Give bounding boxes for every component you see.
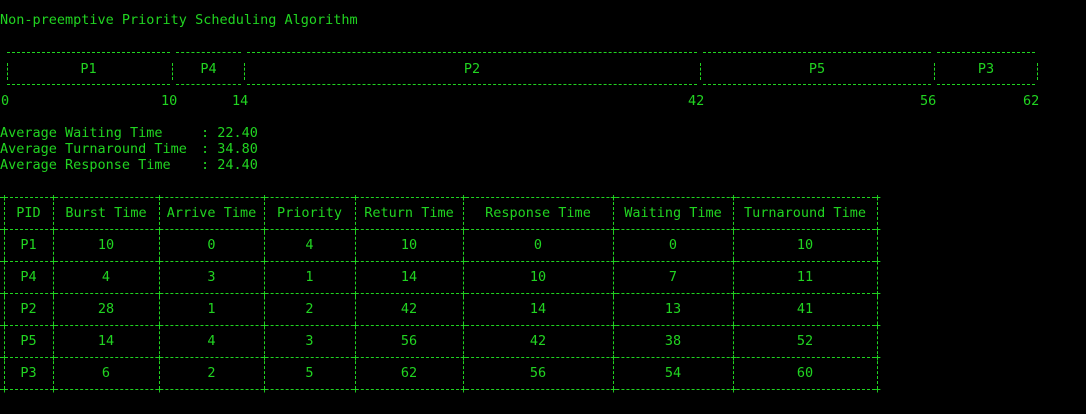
average-separator: : <box>201 141 218 157</box>
table-cell: 54 <box>664 365 682 381</box>
table-cell: 62 <box>400 365 418 381</box>
table-cell: 10 <box>400 237 418 253</box>
table-header-cell: Priority <box>276 205 343 221</box>
gantt-time-tick: 56 <box>920 93 937 109</box>
gantt-time-tick: 42 <box>688 93 705 109</box>
table-cell: 52 <box>796 333 814 349</box>
gantt-top-line <box>176 52 241 53</box>
page-title: Non-preemptive Priority Scheduling Algor… <box>0 12 358 28</box>
average-separator: : <box>201 125 218 141</box>
table-cell: 60 <box>796 365 814 381</box>
table-border-vertical <box>877 197 878 389</box>
table-cell: 0 <box>533 237 543 253</box>
table-cell: 28 <box>97 301 115 317</box>
table-cell: 13 <box>664 301 682 317</box>
table-cell: 42 <box>529 333 547 349</box>
gantt-top-line <box>7 52 170 53</box>
gantt-time-tick: 10 <box>161 93 178 109</box>
gantt-block-label: P4 <box>200 61 217 77</box>
table-cell: 3 <box>305 333 314 349</box>
table-cell: 7 <box>668 269 678 285</box>
table-cell: 42 <box>400 301 418 317</box>
table-pid-cell: P2 <box>20 301 37 317</box>
table-cell: 10 <box>529 269 547 285</box>
average-value-text: 24.40 <box>217 157 258 173</box>
table-pid-cell: P3 <box>20 365 37 381</box>
gantt-separator <box>1037 63 1038 80</box>
average-label: Average Waiting Time <box>0 125 163 141</box>
table-header-cell: Response Time <box>485 205 591 221</box>
gantt-time-tick: 62 <box>1023 93 1040 109</box>
table-cell: 14 <box>97 333 115 349</box>
table-pid-cell: P1 <box>20 237 37 253</box>
table-cell: 2 <box>305 301 314 317</box>
table-header-cell: Waiting Time <box>624 205 722 221</box>
gantt-bottom-line <box>247 84 697 85</box>
average-value: : 34.80 <box>201 141 258 157</box>
table-cell: 56 <box>400 333 418 349</box>
table-pid-cell: P5 <box>20 333 37 349</box>
table-cell: 0 <box>207 237 216 253</box>
average-value-text: 22.40 <box>217 125 258 141</box>
table-header-cell: PID <box>16 205 41 221</box>
gantt-separator <box>934 63 935 80</box>
gantt-block-label: P3 <box>977 61 995 77</box>
gantt-top-line <box>247 52 697 53</box>
gantt-bottom-line <box>176 84 241 85</box>
table-cell: 4 <box>101 269 111 285</box>
table-cell: 3 <box>207 269 216 285</box>
average-value: : 22.40 <box>201 125 258 141</box>
table-cell: 6 <box>101 365 111 381</box>
table-header-cell: Burst Time <box>65 205 147 221</box>
gantt-time-tick: 14 <box>232 93 249 109</box>
gantt-bottom-line <box>703 84 931 85</box>
table-cell: 4 <box>207 333 216 349</box>
table-cell: 41 <box>796 301 814 317</box>
average-value-text: 34.80 <box>217 141 258 157</box>
table-cell: 4 <box>305 237 314 253</box>
table-cell: 10 <box>97 237 115 253</box>
table-pid-cell: P4 <box>20 269 37 285</box>
table-cell: 2 <box>207 365 216 381</box>
table-cell: 38 <box>664 333 682 349</box>
average-label: Average Response Time <box>0 157 171 173</box>
gantt-time-tick: 0 <box>1 93 10 109</box>
average-value: : 24.40 <box>201 157 258 173</box>
gantt-top-line <box>703 52 931 53</box>
gantt-separator <box>244 63 245 80</box>
table-header-cell: Return Time <box>364 205 454 221</box>
gantt-separator <box>7 63 8 80</box>
table-cell: 5 <box>305 365 314 381</box>
table-cell: 1 <box>305 269 314 285</box>
table-cell: 14 <box>400 269 418 285</box>
gantt-bottom-line <box>937 84 1035 85</box>
gantt-block-label: P2 <box>463 61 481 77</box>
gantt-block-label: P5 <box>808 61 826 77</box>
gantt-bottom-line <box>7 84 170 85</box>
table-header-cell: Turnaround Time <box>744 205 866 221</box>
gantt-top-line <box>937 52 1035 53</box>
table-cell: 14 <box>529 301 547 317</box>
gantt-block-label: P1 <box>80 61 97 77</box>
table-cell: 10 <box>796 237 814 253</box>
average-separator: : <box>201 157 218 173</box>
average-label: Average Turnaround Time <box>0 141 187 157</box>
table-cell: 1 <box>207 301 216 317</box>
table-border-horizontal <box>0 389 880 390</box>
table-header-cell: Arrive Time <box>166 205 257 221</box>
gantt-separator <box>700 63 701 80</box>
table-cell: 11 <box>796 269 814 285</box>
table-cell: 56 <box>529 365 547 381</box>
table-cell: 0 <box>668 237 678 253</box>
gantt-separator <box>172 63 173 80</box>
